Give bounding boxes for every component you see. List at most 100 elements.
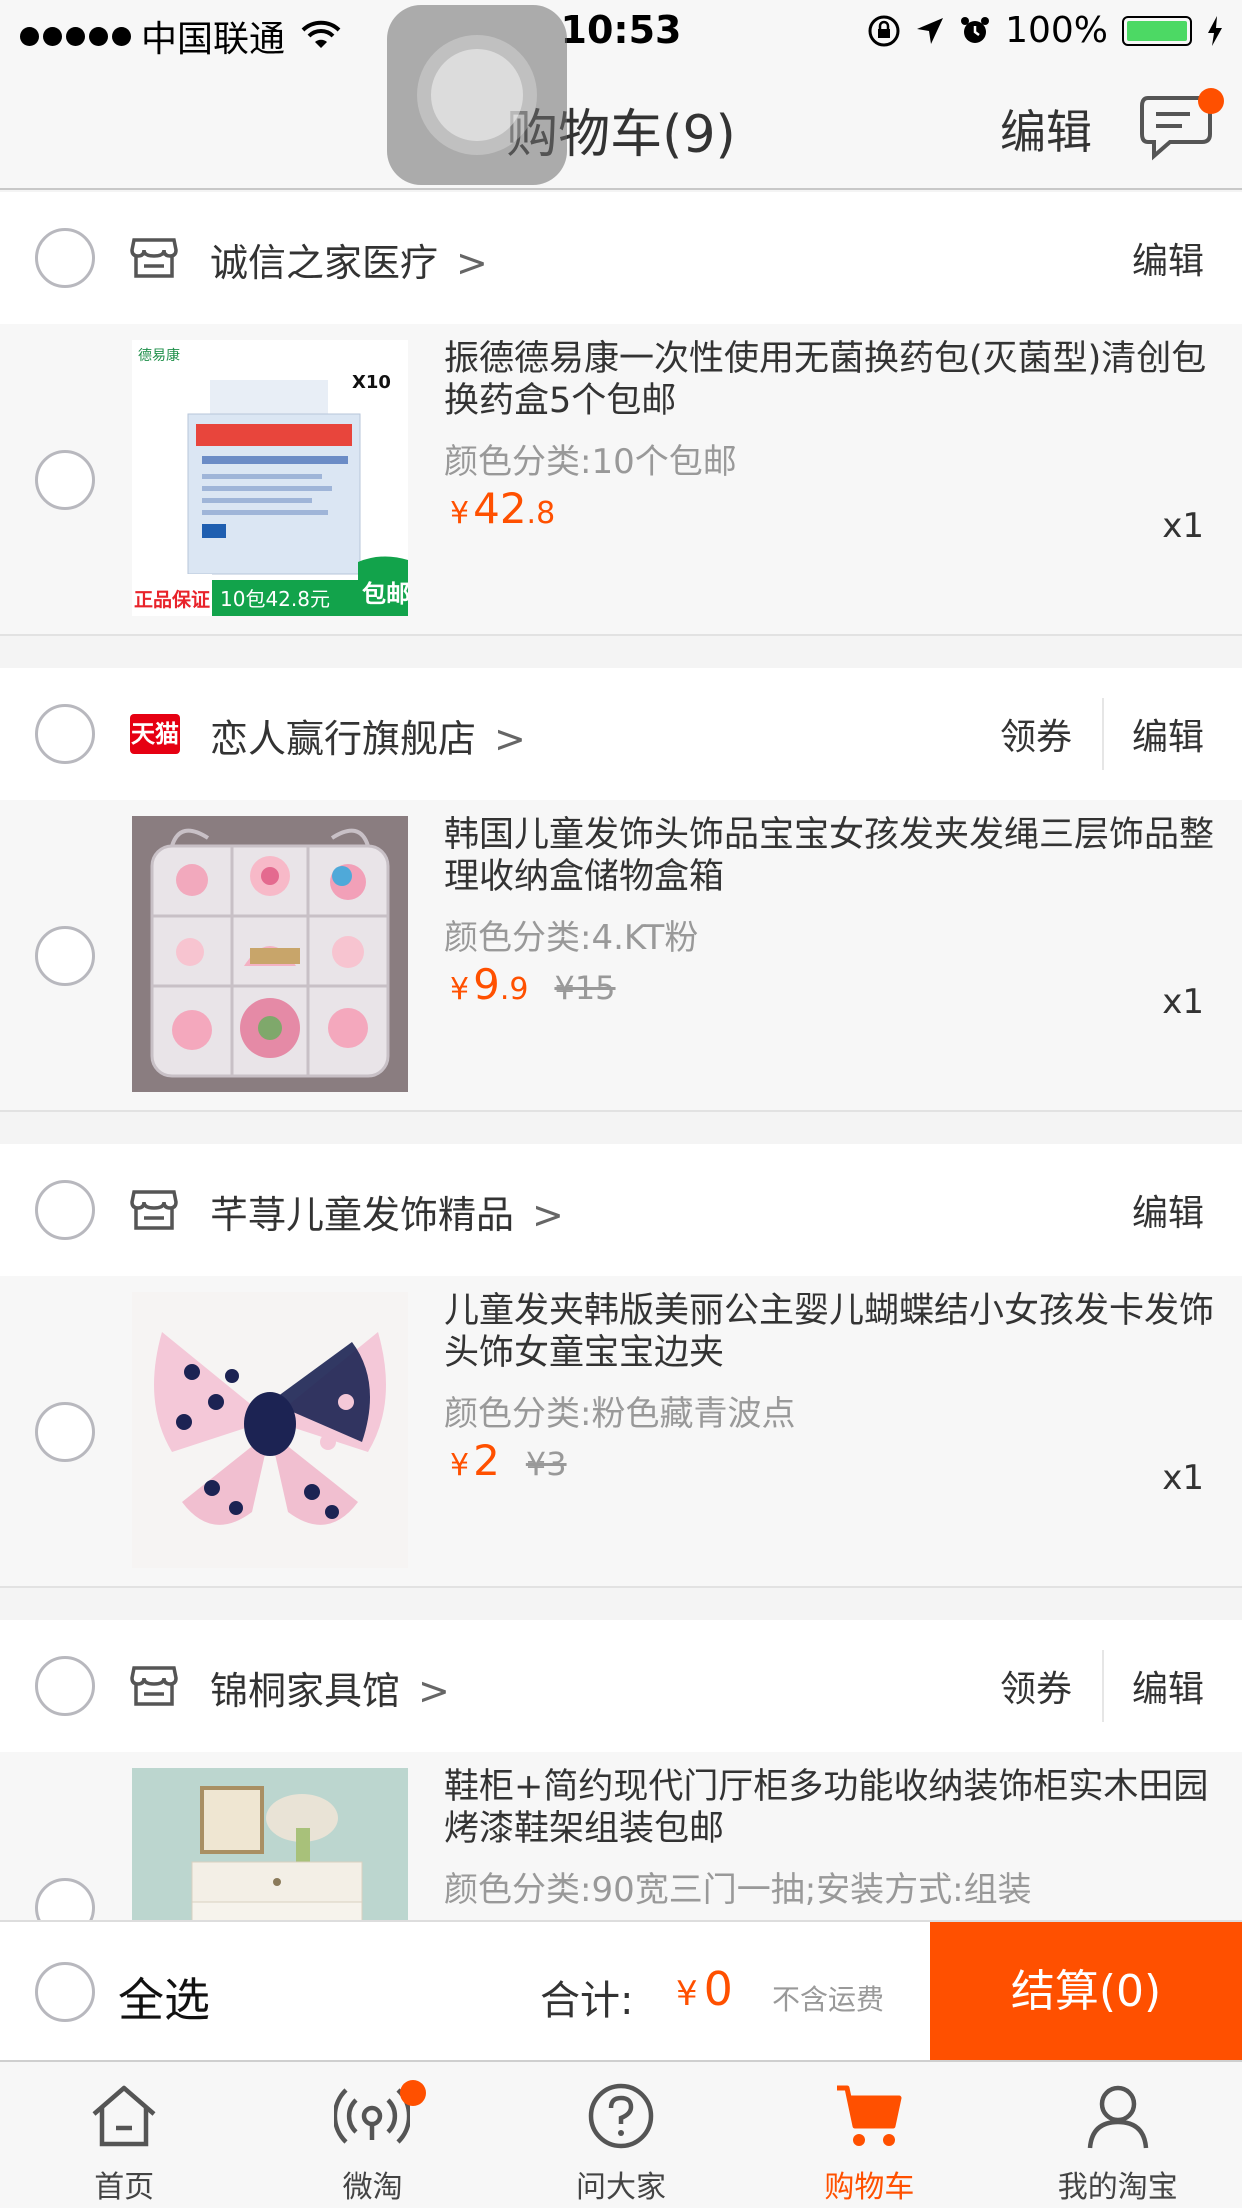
product-title[interactable]: 振德德易康一次性使用无菌换药包(灭菌型)清创包换药盒5个包邮 — [444, 338, 1214, 422]
product-spec[interactable]: 颜色分类:10个包邮 — [444, 434, 737, 483]
shop-edit-button[interactable]: 编辑 — [1132, 1660, 1204, 1712]
chevron-right-icon: > — [418, 1669, 450, 1713]
product-spec[interactable]: 颜色分类:粉色藏青波点 — [444, 1386, 795, 1435]
chevron-right-icon: > — [494, 717, 526, 761]
tab-cart[interactable]: 购物车 — [745, 2062, 993, 2208]
cart-item[interactable]: 德易康 X10 正品保证 10包42.8元 包邮 振德德易康一次性使用无菌换药包… — [0, 324, 1242, 636]
shop-name-link[interactable]: 锦桐家具馆 > — [210, 1660, 450, 1715]
cart-icon — [837, 2085, 902, 2146]
tab-my-taobao[interactable]: 我的淘宝 — [994, 2062, 1242, 2208]
shop-card: 芊荨儿童发饰精品 > 编辑 儿童发夹韩版美丽公主婴儿蝴蝶结小女孩发卡发饰头饰女童… — [0, 1144, 1242, 1588]
tab-label: 微淘 — [342, 2170, 403, 2205]
total-currency: ¥ — [676, 1974, 698, 2014]
shop-header: 锦桐家具馆 > 领券 编辑 — [0, 1620, 1242, 1752]
dressing-pack-illustration: 德易康 X10 正品保证 10包42.8元 包邮 — [132, 340, 408, 616]
store-icon — [130, 1666, 178, 1706]
shipping-note: 不含运费 — [772, 1983, 885, 2016]
orientation-lock-icon — [868, 15, 900, 46]
cart-item[interactable]: 韩国儿童发饰头饰品宝宝女孩发夹发绳三层饰品整理收纳盒储物盒箱 颜色分类:4.KT… — [0, 800, 1242, 1112]
item-checkbox[interactable] — [35, 450, 95, 510]
shop-header: 芊荨儿童发饰精品 > 编辑 — [0, 1144, 1242, 1276]
price-integer: 42 — [473, 484, 527, 533]
tab-bar: 首页 微淘 问大家 购物车 我的淘宝 — [0, 2060, 1242, 2208]
cart-list[interactable]: 诚信之家医疗 > 编辑 德易康 X10 正品保证 10包42.8元 包邮 振德德… — [0, 192, 1242, 1920]
tab-label: 我的淘宝 — [1057, 2170, 1178, 2205]
product-title[interactable]: 韩国儿童发饰头饰品宝宝女孩发夹发绳三层饰品整理收纳盒储物盒箱 — [444, 814, 1214, 898]
checkout-bar: 全选 合计: ¥0 不含运费 结算(0) — [0, 1920, 1242, 2062]
product-quantity: x1 — [1162, 1458, 1204, 1498]
price-currency: ¥ — [450, 972, 470, 1007]
shop-name-link[interactable]: 诚信之家医疗 > — [210, 232, 488, 287]
shop-edit-button[interactable]: 编辑 — [1132, 232, 1204, 284]
product-spec[interactable]: 颜色分类:90宽三门一抽;安装方式:组装 — [444, 1862, 1032, 1911]
total-value: 0 — [703, 1962, 733, 2016]
shop-checkbox[interactable] — [35, 1180, 95, 1240]
original-price: ¥15 — [554, 969, 616, 1007]
store-icon — [130, 1190, 178, 1230]
coupon-button[interactable]: 领券 — [1000, 1660, 1072, 1712]
product-price: ¥2 ¥3 — [450, 1436, 567, 1485]
divider — [1102, 1650, 1104, 1722]
product-image[interactable] — [132, 1292, 408, 1568]
status-bar: 中国联通 10:53 100% — [0, 0, 1242, 62]
broadcast-icon — [334, 2088, 411, 2144]
item-checkbox[interactable] — [35, 1402, 95, 1462]
message-button[interactable] — [1140, 88, 1224, 164]
svg-text:X10: X10 — [352, 372, 391, 393]
shop-checkbox[interactable] — [35, 1656, 95, 1716]
price-integer: 9 — [473, 960, 500, 1009]
product-title[interactable]: 鞋柜+简约现代门厅柜多功能收纳装饰柜实木田园烤漆鞋架组装包邮 — [444, 1766, 1214, 1850]
shop-edit-button[interactable]: 编辑 — [1132, 708, 1204, 760]
product-image[interactable] — [132, 1768, 408, 1920]
chevron-right-icon: > — [456, 241, 488, 285]
checkout-button[interactable]: 结算(0) — [930, 1922, 1242, 2062]
select-all-label[interactable]: 全选 — [118, 1964, 210, 2030]
total-label: 合计: — [540, 1978, 634, 2024]
tab-label: 首页 — [94, 2170, 155, 2205]
shop-edit-button[interactable]: 编辑 — [1132, 1184, 1204, 1236]
status-right: 100% — [867, 10, 1224, 51]
battery-percent: 100% — [1005, 10, 1108, 51]
shop-name-link[interactable]: 恋人赢行旗舰店 > — [210, 708, 526, 763]
message-badge — [1198, 88, 1224, 114]
product-image[interactable] — [132, 816, 408, 1092]
item-checkbox[interactable] — [35, 926, 95, 986]
hair-bow-illustration — [132, 1292, 408, 1568]
shop-header: 诚信之家医疗 > 编辑 — [0, 192, 1242, 324]
store-icon — [130, 238, 178, 278]
cart-item[interactable]: 鞋柜+简约现代门厅柜多功能收纳装饰柜实木田园烤漆鞋架组装包邮 颜色分类:90宽三… — [0, 1752, 1242, 1920]
svg-text:包邮: 包邮 — [362, 580, 408, 608]
product-quantity: x1 — [1162, 506, 1204, 546]
battery-icon — [1122, 15, 1192, 46]
assistive-touch-button[interactable] — [387, 5, 567, 185]
product-title[interactable]: 儿童发夹韩版美丽公主婴儿蝴蝶结小女孩发卡发饰头饰女童宝宝边夹 — [444, 1290, 1214, 1374]
tmall-icon: 天猫 — [130, 714, 180, 754]
divider — [1102, 698, 1104, 770]
product-price: ¥9.9 ¥15 — [450, 960, 616, 1009]
tab-weitao[interactable]: 微淘 — [248, 2062, 496, 2208]
product-image[interactable]: 德易康 X10 正品保证 10包42.8元 包邮 — [132, 340, 408, 616]
tab-ask[interactable]: 问大家 — [497, 2062, 745, 2208]
tab-home[interactable]: 首页 — [0, 2062, 248, 2208]
product-spec[interactable]: 颜色分类:4.KT粉 — [444, 910, 698, 959]
select-all-checkbox[interactable] — [35, 1962, 95, 2022]
product-price: ¥42.8 — [450, 484, 555, 533]
total-amount: ¥0 — [676, 1962, 733, 2016]
svg-text:正品保证: 正品保证 — [134, 588, 210, 611]
shop-checkbox[interactable] — [35, 704, 95, 764]
charging-bolt-icon — [1208, 15, 1222, 46]
home-icon — [92, 2085, 156, 2147]
nav-edit-button[interactable]: 编辑 — [1000, 96, 1092, 162]
shop-card: 锦桐家具馆 > 领券 编辑 鞋柜+简约现代门厅柜多功能收纳装饰柜实木田园烤漆鞋架组… — [0, 1620, 1242, 1920]
item-checkbox[interactable] — [35, 1878, 95, 1920]
shop-name-link[interactable]: 芊荨儿童发饰精品 > — [210, 1184, 564, 1239]
tab-label: 问大家 — [575, 2170, 666, 2205]
nav-bar: 购物车(9) 编辑 — [0, 62, 1242, 190]
location-arrow-icon — [917, 17, 944, 44]
coupon-button[interactable]: 领券 — [1000, 708, 1072, 760]
hair-accessory-box-illustration — [132, 816, 408, 1092]
cart-item[interactable]: 儿童发夹韩版美丽公主婴儿蝴蝶结小女孩发卡发饰头饰女童宝宝边夹 颜色分类:粉色藏青… — [0, 1276, 1242, 1588]
price-decimal: .8 — [526, 496, 556, 531]
shop-checkbox[interactable] — [35, 228, 95, 288]
price-currency: ¥ — [450, 1448, 470, 1483]
